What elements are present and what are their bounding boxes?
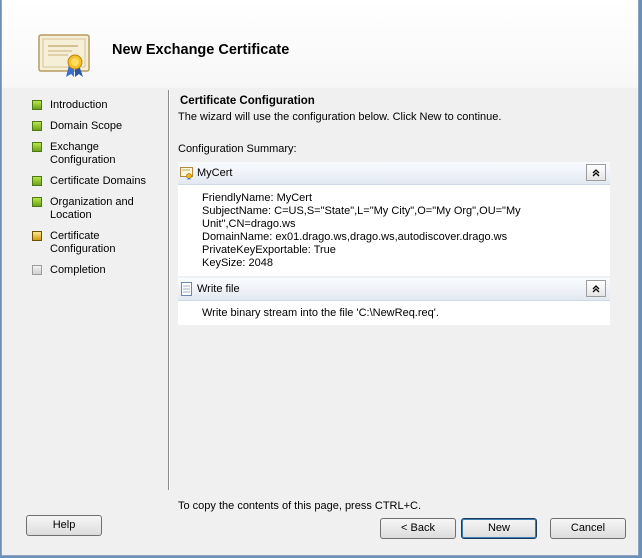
nav-item-completion: Completion [32, 264, 150, 277]
nav-item-label: Certificate Domains [50, 175, 146, 187]
panel-header-mycert[interactable]: MyCert [178, 162, 610, 185]
detail-line: DomainName: ex01.drago.ws,drago.ws,autod… [202, 231, 508, 243]
nav-item-certificate-configuration: Certificate Configuration [32, 230, 125, 256]
step-complete-icon [32, 121, 42, 131]
nav-item-label: Organization and Location [50, 196, 134, 221]
detail-line: PrivateKeyExportable: True [202, 244, 336, 256]
panel-body-mycert: FriendlyName: MyCert SubjectName: C=US,S… [178, 185, 610, 276]
section-title: Certificate Configuration [180, 95, 315, 107]
detail-line: KeySize: 2048 [202, 257, 273, 269]
summary-label: Configuration Summary: [178, 143, 297, 155]
new-button[interactable]: New [461, 518, 537, 539]
vertical-divider [168, 90, 170, 490]
nav-item-certificate-domains: Certificate Domains [32, 175, 160, 188]
section-description: The wizard will use the configuration be… [178, 111, 502, 123]
nav-item-introduction: Introduction [32, 99, 150, 112]
detail-line: Write binary stream into the file 'C:\Ne… [202, 307, 439, 319]
nav-item-label: Certificate Configuration [50, 230, 116, 255]
step-complete-icon [32, 197, 42, 207]
certificate-icon [180, 167, 193, 180]
double-chevron-up-icon [592, 169, 600, 177]
wizard-window: New Exchange Certificate Introduction Do… [1, 0, 639, 556]
copy-hint: To copy the contents of this page, press… [178, 500, 422, 512]
back-button[interactable]: < Back [380, 518, 456, 539]
detail-line: SubjectName: C=US,S="State",L="My City",… [202, 205, 521, 217]
panel-body-write-file: Write binary stream into the file 'C:\Ne… [178, 301, 610, 325]
nav-item-label: Introduction [50, 99, 108, 111]
collapse-button[interactable] [586, 164, 606, 181]
nav-item-label: Completion [50, 264, 106, 276]
panel-title: Write file [197, 283, 240, 295]
detail-line: FriendlyName: MyCert [202, 192, 313, 204]
step-complete-icon [32, 176, 42, 186]
cancel-button[interactable]: Cancel [550, 518, 626, 539]
file-icon [181, 282, 192, 296]
double-chevron-up-icon [592, 285, 600, 293]
step-pending-icon [32, 265, 42, 275]
step-complete-icon [32, 100, 42, 110]
nav-item-exchange-configuration: Exchange Configuration [32, 141, 130, 167]
collapse-button[interactable] [586, 280, 606, 297]
panel-header-write-file[interactable]: Write file [178, 278, 610, 301]
wizard-title: New Exchange Certificate [112, 42, 290, 58]
detail-line: Unit",CN=drago.ws [202, 218, 296, 230]
nav-item-domain-scope: Domain Scope [32, 120, 150, 133]
nav-item-label: Exchange Configuration [50, 141, 116, 166]
panel-title: MyCert [197, 167, 233, 179]
help-button[interactable]: Help [26, 515, 102, 536]
certificate-icon [38, 34, 90, 77]
nav-item-organization-and-location: Organization and Location [32, 196, 140, 222]
step-complete-icon [32, 142, 42, 152]
nav-item-label: Domain Scope [50, 120, 123, 132]
step-current-icon [32, 231, 42, 241]
wizard-header: New Exchange Certificate [2, 0, 638, 88]
